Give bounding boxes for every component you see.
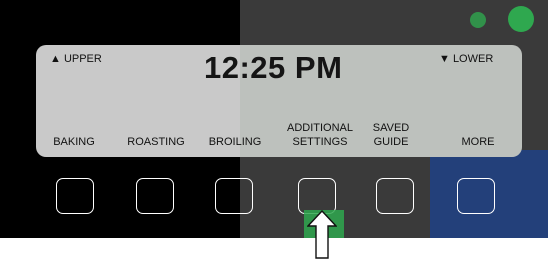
softkey-label-saved-guide: SAVED GUIDE xyxy=(372,122,410,148)
softkey-button-saved-guide[interactable] xyxy=(376,178,414,214)
softkey-button-baking[interactable] xyxy=(56,178,94,214)
softkey-label-more: MORE xyxy=(461,136,495,148)
clock-time: 12:25 PM xyxy=(204,50,343,85)
up-arrow-icon xyxy=(307,210,337,259)
softkey-button-roasting[interactable] xyxy=(136,178,174,214)
softkey-label-roasting: ROASTING xyxy=(127,136,185,148)
watermark-dot xyxy=(508,6,534,32)
lower-oven-indicator: ▼ LOWER xyxy=(439,53,494,65)
watermark-dot xyxy=(470,12,486,28)
softkey-button-additional-settings[interactable] xyxy=(298,178,336,214)
softkey-label-baking: BAKING xyxy=(53,136,95,148)
upper-oven-indicator: ▲ UPPER xyxy=(50,53,102,65)
lcd-display: ▲ UPPER 12:25 PM ▼ LOWER BAKING ROASTING… xyxy=(36,45,522,157)
softkey-button-more[interactable] xyxy=(457,178,495,214)
softkey-button-broiling[interactable] xyxy=(215,178,253,214)
softkey-label-broiling: BROILING xyxy=(208,136,262,148)
